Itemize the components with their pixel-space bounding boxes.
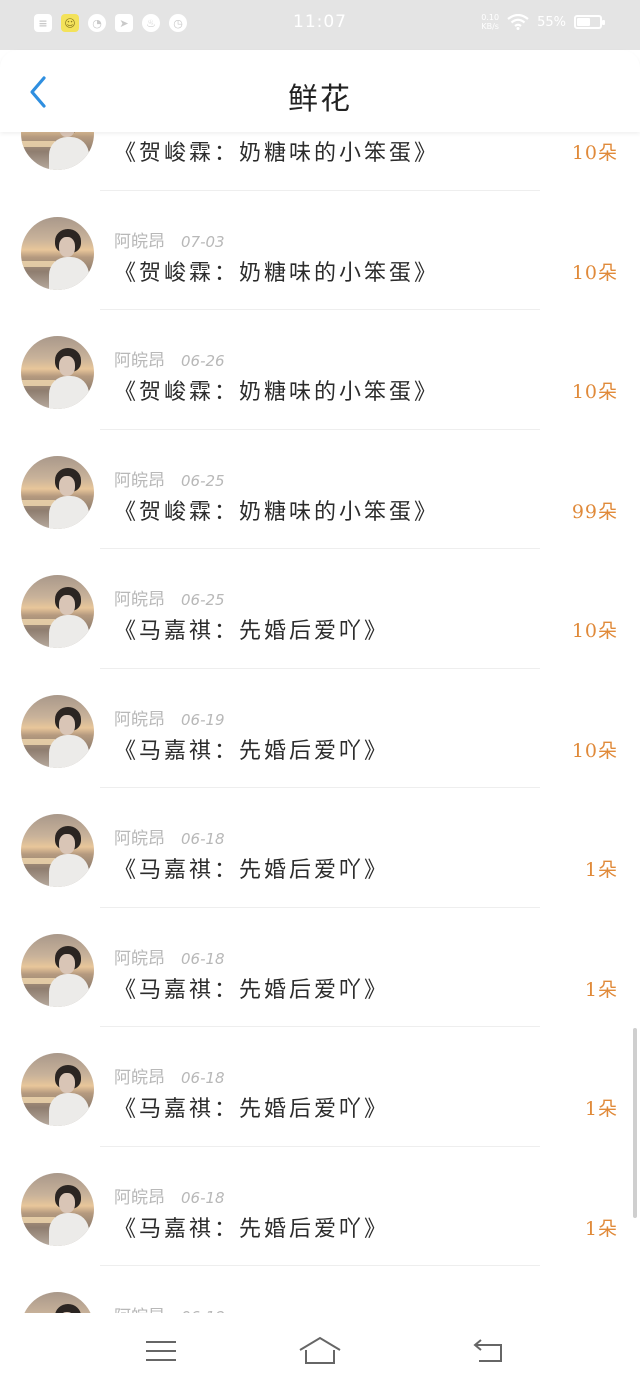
list-item[interactable]: 阿皖昂 06-26 《贺峻霖：奶糖味的小笨蛋》 10朵 xyxy=(0,310,640,430)
item-meta: 阿皖昂 07-03 xyxy=(114,227,225,252)
item-title: 《贺峻霖：奶糖味的小笨蛋》 xyxy=(114,380,440,405)
item-date: 06-25 xyxy=(181,471,225,490)
home-icon xyxy=(299,1336,341,1364)
item-count: 10朵 xyxy=(571,739,618,762)
list-item[interactable]: 阿皖昂 06-18 《马嘉祺：先婚后爱吖》 1朵 xyxy=(0,1027,640,1147)
avatar[interactable] xyxy=(21,1292,94,1313)
avatar[interactable] xyxy=(21,336,94,409)
item-meta: 阿皖昂 06-26 xyxy=(114,346,225,371)
menu-button[interactable] xyxy=(137,1333,185,1369)
item-user: 阿皖昂 xyxy=(114,231,165,252)
list-item[interactable]: 阿皖昂 06-18 《马嘉祺：先婚后爱吖》 1朵 xyxy=(0,1147,640,1267)
item-count: 10朵 xyxy=(571,142,618,164)
avatar[interactable] xyxy=(21,694,94,768)
item-date: 06-19 xyxy=(181,710,225,729)
item-date: 06-18 xyxy=(181,949,225,968)
avatar[interactable] xyxy=(21,1053,94,1126)
item-title: 《马嘉祺：先婚后爱吖》 xyxy=(114,619,390,644)
list-item[interactable]: 阿皖昂 06-18 《马嘉祺：先婚后爱吖》 1朵 xyxy=(0,908,640,1028)
item-meta: 阿皖昂 06-18 xyxy=(114,1063,225,1088)
item-user: 阿皖昂 xyxy=(114,1068,165,1088)
item-meta: 阿皖昂06-18 xyxy=(114,1302,225,1313)
battery-icon xyxy=(574,15,605,29)
item-count: 99朵 xyxy=(571,500,618,523)
item-user: 阿皖昂 xyxy=(114,948,165,969)
status-right: 0.10 KB/s 55% xyxy=(481,13,605,31)
item-date: 07-03 xyxy=(181,232,225,251)
item-meta: 阿皖昂 06-19 xyxy=(114,705,225,730)
item-user: 阿皖昂 xyxy=(114,470,165,491)
list-item[interactable]: 阿皖昂 06-25 《贺峻霖：奶糖味的小笨蛋》 99朵 xyxy=(0,430,640,550)
item-title: 《马嘉祺：先婚后爱吖》 xyxy=(114,858,390,883)
battery-percent: 55% xyxy=(537,14,566,30)
avatar[interactable] xyxy=(21,575,94,648)
list-item[interactable]: 阿皖昂 07-03 《贺峻霖：奶糖味的小笨蛋》 10朵 xyxy=(0,191,640,311)
item-meta: 阿皖昂 06-25 xyxy=(114,466,225,491)
net-speed: 0.10 KB/s xyxy=(481,13,500,31)
home-button[interactable] xyxy=(296,1333,344,1369)
flower-list[interactable]: 《贺峻霖：奶糖味的小笨蛋》 10朵 阿皖昂 07-03 《贺峻霖：奶糖味的小笨蛋》 10朵… xyxy=(0,71,640,1313)
list-item[interactable]: 阿皖昂 06-19 《马嘉祺：先婚后爱吖》 10朵 xyxy=(0,669,640,789)
wifi-icon xyxy=(507,14,529,30)
item-date: 06-18 xyxy=(181,1069,225,1087)
item-title: 《马嘉祺：先婚后爱吖》 xyxy=(114,1097,390,1122)
avatar[interactable] xyxy=(21,933,94,1007)
item-title: 《贺峻霖：奶糖味的小笨蛋》 xyxy=(114,141,440,166)
avatar[interactable] xyxy=(21,814,94,887)
page-title: 鲜花 xyxy=(288,82,352,117)
avatar[interactable] xyxy=(21,455,94,529)
item-meta: 阿皖昂 06-18 xyxy=(114,1183,225,1208)
item-meta: 阿皖昂 06-18 xyxy=(114,824,225,849)
navigation-bar xyxy=(0,1313,640,1387)
item-count: 1朵 xyxy=(584,859,618,881)
avatar[interactable] xyxy=(21,1172,94,1246)
item-title: 《贺峻霖：奶糖味的小笨蛋》 xyxy=(114,260,440,286)
scrollbar[interactable] xyxy=(633,1028,637,1218)
item-date: 06-26 xyxy=(181,352,225,370)
back-nav-button[interactable] xyxy=(464,1333,512,1369)
avatar[interactable] xyxy=(21,216,94,290)
item-count: 10朵 xyxy=(571,261,618,284)
item-title: 《马嘉祺：先婚后爱吖》 xyxy=(114,977,390,1003)
item-user: 阿皖昂 xyxy=(114,1187,165,1208)
item-user: 阿皖昂 xyxy=(114,351,165,371)
item-count: 1朵 xyxy=(584,1098,618,1120)
item-count: 1朵 xyxy=(584,978,618,1001)
item-count: 10朵 xyxy=(571,381,618,403)
item-meta: 阿皖昂 06-18 xyxy=(114,944,225,969)
status-bar: ≡ ☺ ◔ ➤ ♨ ◷ 11:07 0.10 KB/s 55% xyxy=(0,0,640,50)
list-item[interactable]: 阿皖昂 06-18 《马嘉祺：先婚后爱吖》 1朵 xyxy=(0,788,640,908)
item-user: 阿皖昂 xyxy=(114,829,165,849)
item-title: 《马嘉祺：先婚后爱吖》 xyxy=(114,738,390,764)
header: 鲜花 xyxy=(0,50,640,132)
list-item[interactable]: 阿皖昂06-18 xyxy=(0,1266,640,1313)
item-title: 《马嘉祺：先婚后爱吖》 xyxy=(114,1216,390,1242)
list-item[interactable]: 阿皖昂 06-25 《马嘉祺：先婚后爱吖》 10朵 xyxy=(0,549,640,669)
item-date: 06-18 xyxy=(181,830,225,848)
back-arrow-icon xyxy=(473,1339,502,1362)
item-date: 06-18 xyxy=(181,1188,225,1207)
item-meta: 阿皖昂 06-25 xyxy=(114,585,225,610)
item-count: 10朵 xyxy=(571,620,618,642)
item-user: 阿皖昂 xyxy=(114,590,165,610)
item-title: 《贺峻霖：奶糖味的小笨蛋》 xyxy=(114,499,440,525)
menu-icon xyxy=(146,1341,176,1361)
item-date: 06-25 xyxy=(181,591,225,609)
item-user: 阿皖昂 xyxy=(114,709,165,730)
item-count: 1朵 xyxy=(584,1217,618,1240)
